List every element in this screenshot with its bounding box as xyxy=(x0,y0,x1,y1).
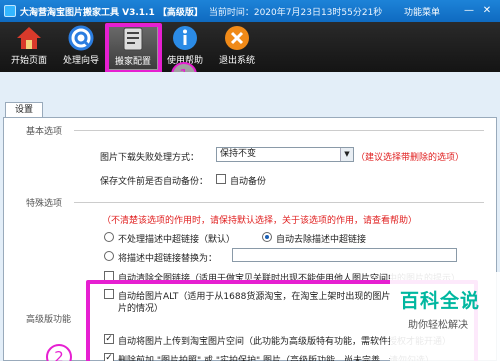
auto-backup-option: 自动备份 xyxy=(230,177,267,187)
toolbar-start-page-button[interactable]: 开始页面 xyxy=(4,24,54,70)
title-bar: 大淘营淘宝图片搬家工具 V3.1.1 【高级版】 当前时间：2020年7月23日… xyxy=(0,0,500,22)
config-icon xyxy=(120,26,146,52)
close-icon[interactable]: ✕ xyxy=(480,4,494,18)
app-title: 大淘营淘宝图片搬家工具 V3.1.1 【高级版】 xyxy=(20,7,203,18)
toolbar-label: 处理向导 xyxy=(62,56,99,66)
download-fail-select[interactable]: 保持不变 ▼ xyxy=(216,147,354,162)
help-icon xyxy=(172,25,198,51)
toolbar-exit-button[interactable]: 退出系统 xyxy=(212,24,262,70)
radio-replace-links-label: 将描述中超链接替换为： xyxy=(118,254,218,264)
replace-link-input[interactable] xyxy=(232,248,457,262)
minimize-icon[interactable]: — xyxy=(462,4,476,18)
auto-alt-checkbox[interactable] xyxy=(104,289,114,299)
tab-settings[interactable]: 设置 xyxy=(5,102,43,118)
download-fail-hint: （建议选择带删除的选项） xyxy=(356,153,465,163)
toolbar-wizard-button[interactable]: 处理向导 xyxy=(56,24,106,70)
exit-icon xyxy=(224,25,250,51)
special-warning: （不清楚该选项的作用时，请保持默认选择，关于该选项的作用，请查看帮助） xyxy=(102,216,418,226)
toolbar-label: 退出系统 xyxy=(218,56,255,66)
current-time: 当前时间：2020年7月23日13时55分21秒 xyxy=(208,7,383,18)
auto-alt-label-cont: 片的情况） xyxy=(118,304,164,314)
section-title-basic: 基本选项 xyxy=(26,127,63,137)
toolbar-move-config-button[interactable]: 搬家配置 xyxy=(108,24,158,70)
auto-backup-checkbox[interactable] xyxy=(216,174,226,184)
radio-keep-links[interactable] xyxy=(104,232,114,242)
watermark-subtitle: 助你轻松解决 xyxy=(408,320,468,331)
home-icon xyxy=(16,25,42,51)
toolbar-label: 搬家配置 xyxy=(114,57,151,67)
app-logo-icon xyxy=(4,5,16,17)
wizard-icon xyxy=(68,25,94,51)
radio-remove-links-label: 自动去除描述中超链接 xyxy=(276,235,367,245)
radio-replace-links[interactable] xyxy=(104,251,114,261)
clear-image-links-checkbox[interactable] xyxy=(104,271,114,281)
radio-keep-links-label: 不处理描述中超链接（默认） xyxy=(118,235,236,245)
section-title-special: 特殊选项 xyxy=(26,199,63,209)
upload-images-checkbox[interactable]: ✓ xyxy=(104,334,114,344)
radio-remove-links[interactable] xyxy=(262,232,272,242)
chevron-down-icon: ▼ xyxy=(340,148,353,161)
add-photo-protection-label: 删除前加 "图片拍照" 或 "实拍保护" 图片（高级版功能，尚未完善，请勿勾选） xyxy=(118,356,435,361)
function-menu-button[interactable]: 功能菜单 xyxy=(404,5,440,18)
auto-backup-label: 保存文件前是否自动备份： xyxy=(100,177,209,187)
download-fail-value: 保持不变 xyxy=(220,149,257,159)
watermark-title: 百科全说 xyxy=(400,290,481,312)
toolbar-label: 开始页面 xyxy=(10,56,47,66)
watermark: 百科全说 助你轻松解决 xyxy=(390,272,500,361)
download-fail-label: 图片下载失败处理方式： xyxy=(100,153,200,163)
section-divider xyxy=(74,130,484,131)
add-photo-protection-checkbox[interactable]: ✓ xyxy=(104,353,114,361)
main-toolbar: 开始页面 处理向导 搬家配置 使用帮助 退出系统 xyxy=(0,22,500,72)
section-title-advanced: 高级版功能 xyxy=(26,315,72,325)
section-divider xyxy=(74,202,484,203)
